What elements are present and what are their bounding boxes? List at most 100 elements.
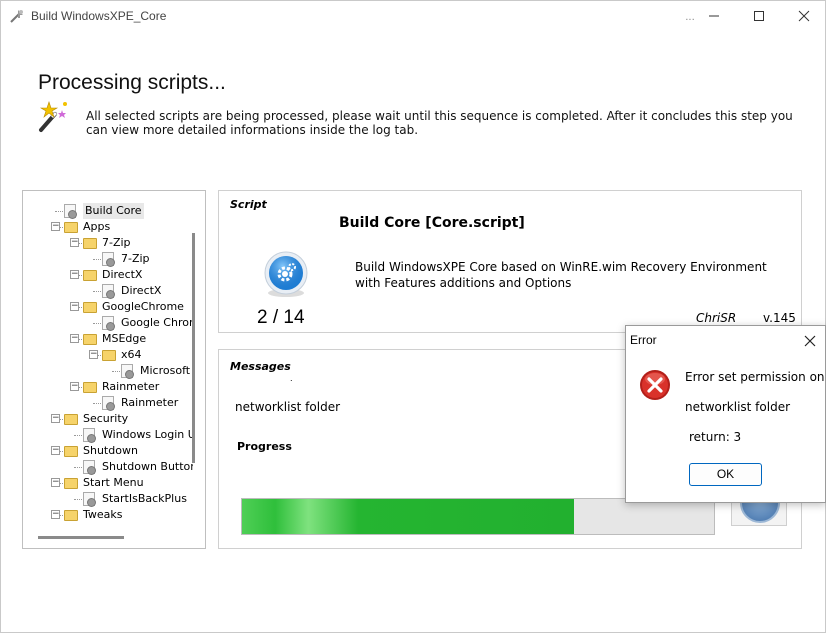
script-gear-icon: [264, 251, 308, 297]
tree-script-item[interactable]: StartIsBackPlus: [23, 491, 193, 507]
tree-collapse-toggle[interactable]: −: [51, 414, 60, 423]
folder-icon: [83, 302, 97, 313]
tree-folder-item[interactable]: − Shutdown: [23, 443, 193, 459]
ok-button[interactable]: OK: [689, 463, 762, 486]
tree-collapse-toggle[interactable]: −: [51, 478, 60, 487]
tree-collapse-toggle[interactable]: −: [70, 334, 79, 343]
folder-icon: [102, 350, 116, 361]
tree-folder-item[interactable]: − 7-Zip: [23, 235, 193, 251]
script-file-icon: [121, 364, 134, 379]
folder-icon: [83, 334, 97, 345]
tree-item-label: 7-Zip: [102, 236, 131, 249]
folder-icon: [64, 446, 78, 457]
tree-collapse-toggle[interactable]: −: [51, 222, 60, 231]
messages-dot: .: [290, 374, 293, 383]
folder-icon: [83, 382, 97, 393]
maximize-icon: [754, 10, 764, 21]
tree-folder-item[interactable]: − GoogleChrome: [23, 299, 193, 315]
tree-item-label: Microsoft: [140, 364, 191, 377]
tree-vertical-scrollbar[interactable]: [192, 233, 195, 463]
tree-script-item[interactable]: 7-Zip: [23, 251, 193, 267]
minimize-icon: [709, 15, 719, 16]
progress-label: Progress: [237, 440, 292, 453]
window-title: Build WindowsXPE_Core: [31, 9, 167, 23]
tree-folder-item[interactable]: − Apps: [23, 219, 193, 235]
script-tree-panel[interactable]: Build Core − Apps −7-Zip 7-Zip − DirectX Direct…: [22, 190, 206, 549]
tree-item-label: GoogleChrome: [102, 300, 184, 313]
tree-item-label: 7-Zip: [121, 252, 150, 265]
script-description: Build WindowsXPE Core based on WinRE.wim…: [355, 260, 767, 290]
script-author: ChriSR: [696, 311, 737, 325]
magic-wand-icon: [39, 101, 67, 132]
error-dialog-body: Error set permission on networklist fold…: [626, 354, 825, 502]
error-message-line-1: Error set permission on: [685, 370, 825, 384]
progress-bar: [241, 498, 715, 535]
tree-item-label: DirectX: [102, 268, 143, 281]
tree-item-label: Rainmeter: [121, 396, 179, 409]
tree-item-label: Security: [83, 412, 129, 425]
minimize-button[interactable]: [691, 1, 737, 32]
tree-collapse-toggle[interactable]: −: [51, 510, 60, 519]
tree-folder-item[interactable]: − MSEdge: [23, 331, 193, 347]
error-dialog: Error Error set permission on networklis…: [625, 325, 826, 503]
maximize-button[interactable]: [736, 1, 782, 32]
tree-collapse-toggle[interactable]: −: [70, 302, 79, 311]
folder-icon: [64, 414, 78, 425]
folder-icon: [64, 222, 78, 233]
script-file-icon: [64, 204, 77, 219]
close-icon: [798, 10, 810, 21]
script-file-icon: [83, 460, 96, 475]
title-bar: Build WindowsXPE_Core ...: [1, 1, 826, 32]
message-text: networklist folder: [235, 400, 341, 414]
script-tree[interactable]: Build Core − Apps −7-Zip 7-Zip − DirectX Direct…: [23, 203, 193, 533]
tree-item-label: Google Chrom: [121, 316, 193, 329]
error-message-line-3: return: 3: [689, 430, 742, 444]
tree-collapse-toggle[interactable]: −: [89, 350, 98, 359]
tree-item-label: MSEdge: [102, 332, 147, 345]
script-file-icon: [83, 492, 96, 507]
close-button[interactable]: [781, 1, 826, 32]
tree-folder-item[interactable]: − DirectX: [23, 267, 193, 283]
tree-item-label: Build Core: [83, 203, 144, 219]
tree-item-label: Windows Login U: [102, 428, 193, 441]
tree-item-label: Shutdown: [83, 444, 138, 457]
tree-collapse-toggle[interactable]: −: [70, 382, 79, 391]
tree-script-item[interactable]: Windows Login U: [23, 427, 193, 443]
tree-collapse-toggle[interactable]: −: [51, 446, 60, 455]
tree-item-label: Shutdown Button: [102, 460, 193, 473]
script-section-label: Script: [230, 198, 267, 211]
script-panel: Script Build Core [Core.script] Build Wi…: [218, 190, 802, 333]
script-file-icon: [83, 428, 96, 443]
tree-horizontal-scrollbar[interactable]: [38, 536, 124, 539]
script-file-icon: [102, 396, 115, 411]
error-dialog-close-button[interactable]: [798, 328, 822, 352]
tree-script-item[interactable]: Build Core: [23, 203, 193, 219]
tree-folder-item[interactable]: − Security: [23, 411, 193, 427]
tree-script-item[interactable]: Rainmeter: [23, 395, 193, 411]
error-icon: [640, 370, 670, 400]
close-icon: [804, 335, 816, 346]
error-dialog-titlebar: Error: [626, 326, 825, 354]
tree-item-label: DirectX: [121, 284, 162, 297]
script-file-icon: [102, 316, 115, 331]
progress-fill: [242, 499, 574, 534]
page-title: Processing scripts...: [38, 71, 226, 94]
header-description: All selected scripts are being processed…: [86, 109, 793, 137]
tree-collapse-toggle[interactable]: −: [70, 238, 79, 247]
script-file-icon: [102, 284, 115, 299]
tree-script-item[interactable]: Shutdown Button: [23, 459, 193, 475]
tree-item-label: Tweaks: [83, 508, 123, 521]
folder-icon: [64, 478, 78, 489]
tree-script-item[interactable]: Google Chrom: [23, 315, 193, 331]
tree-collapse-toggle[interactable]: −: [70, 270, 79, 279]
script-name: Build Core [Core.script]: [339, 215, 525, 231]
tree-folder-item[interactable]: − Tweaks: [23, 507, 193, 523]
folder-icon: [83, 270, 97, 281]
tree-script-item[interactable]: Microsoft: [23, 363, 193, 379]
messages-section-label: Messages: [230, 360, 291, 373]
tree-folder-item[interactable]: − Rainmeter: [23, 379, 193, 395]
app-icon: [10, 10, 23, 23]
tree-folder-item[interactable]: − x64: [23, 347, 193, 363]
tree-folder-item[interactable]: − Start Menu: [23, 475, 193, 491]
tree-script-item[interactable]: DirectX: [23, 283, 193, 299]
